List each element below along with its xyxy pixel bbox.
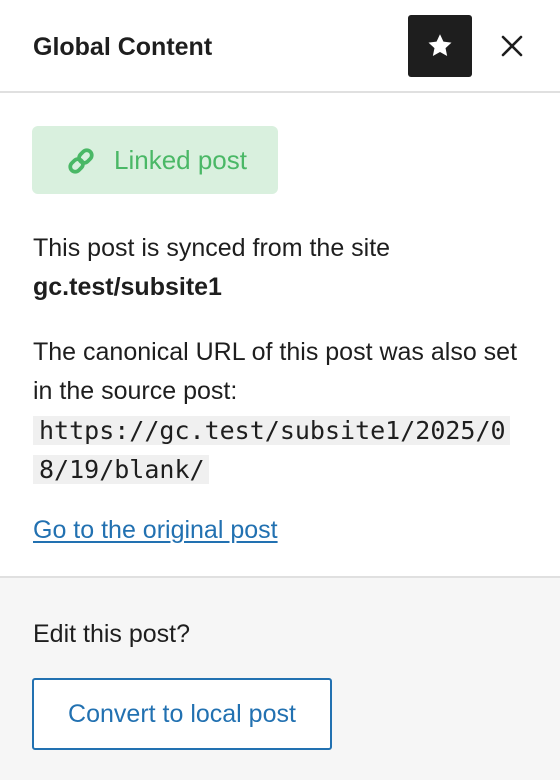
panel-body: Linked post This post is synced from the… [0,93,560,578]
convert-to-local-post-button[interactable]: Convert to local post [32,678,332,750]
canonical-url-value: https://gc.test/subsite1/2025/08/19/blan… [33,411,529,489]
synced-from-text: This post is synced from the site gc.tes… [33,229,533,307]
panel-title: Global Content [33,33,213,61]
close-icon [500,34,524,58]
go-to-original-post-link[interactable]: Go to the original post [33,514,278,546]
synced-from-label: This post is synced from the site [33,234,391,262]
star-icon [425,31,455,61]
linked-post-label: Linked post [114,145,247,175]
canonical-url-info: The canonical URL of this post was also … [33,333,533,489]
source-site-name: gc.test/subsite1 [33,273,222,301]
panel-footer: Edit this post? Convert to local post [0,576,560,780]
pin-button[interactable] [408,15,472,77]
panel-header: Global Content [0,0,560,93]
link-icon [66,146,96,176]
close-button[interactable] [490,24,534,68]
linked-post-badge: Linked post [32,126,278,194]
canonical-url-label: The canonical URL of this post was also … [33,338,518,405]
edit-post-question: Edit this post? [33,620,191,648]
